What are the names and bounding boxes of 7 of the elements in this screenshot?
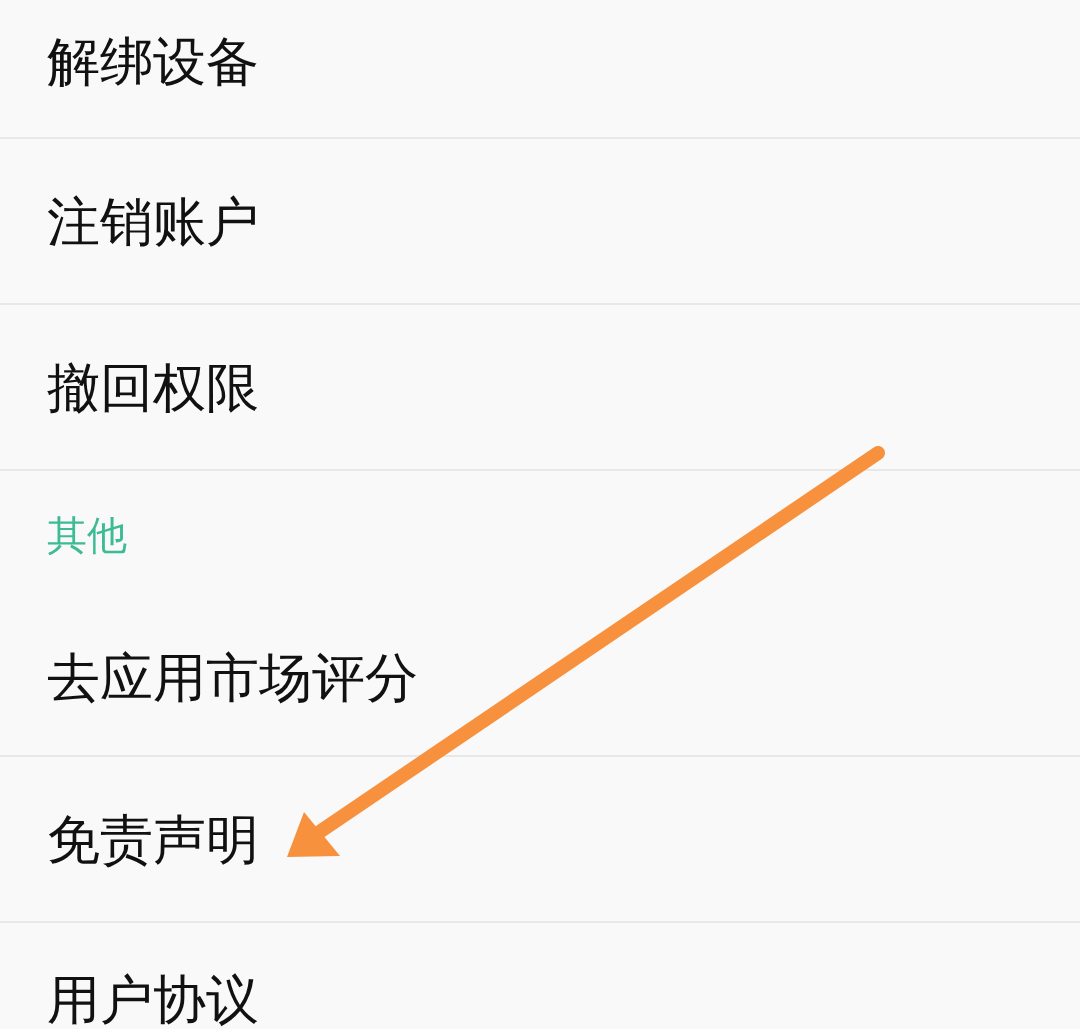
settings-item[interactable]: 注销账户 [47,194,259,248]
settings-item[interactable]: 去应用市场评分 [47,650,418,704]
settings-item[interactable]: 用户协议 [47,973,259,1026]
settings-item[interactable]: 免责声明 [47,812,259,866]
section-header: 其他 [47,515,127,555]
settings-item[interactable]: 撤回权限 [47,360,259,414]
settings-item[interactable]: 解绑设备 [47,35,259,88]
